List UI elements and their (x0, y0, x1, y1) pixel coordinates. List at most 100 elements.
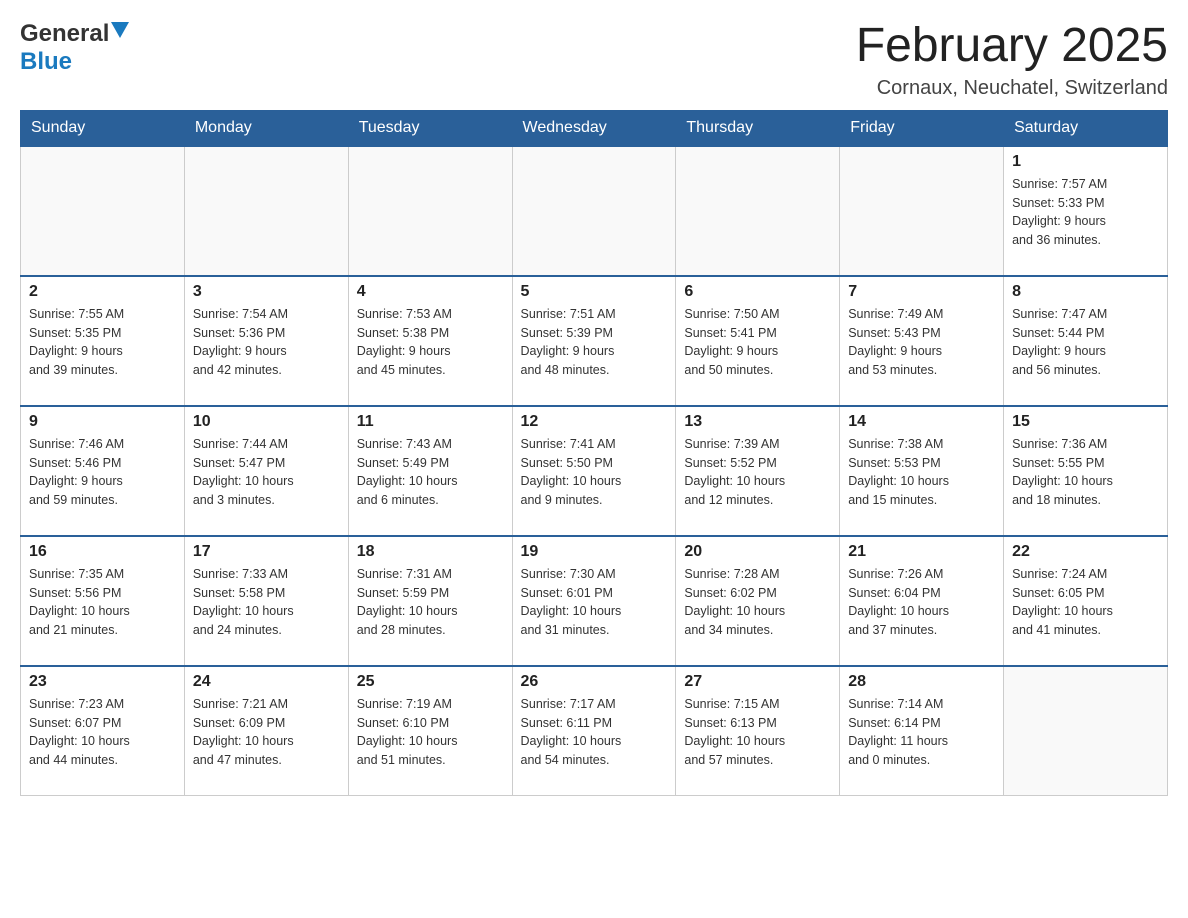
day-info: Sunrise: 7:53 AM Sunset: 5:38 PM Dayligh… (357, 305, 504, 380)
calendar-cell: 8 Sunrise: 7:47 AM Sunset: 5:44 PM Daylig… (1004, 276, 1168, 406)
calendar-cell: 4 Sunrise: 7:53 AM Sunset: 5:38 PM Daylig… (348, 276, 512, 406)
day-of-week-header-saturday: Saturday (1004, 110, 1168, 146)
day-info: Sunrise: 7:46 AM Sunset: 5:46 PM Dayligh… (29, 435, 176, 510)
day-number: 28 (848, 673, 995, 691)
calendar-cell: 15 Sunrise: 7:36 AM Sunset: 5:55 PM Dayli… (1004, 406, 1168, 536)
calendar-cell: 10 Sunrise: 7:44 AM Sunset: 5:47 PM Dayli… (184, 406, 348, 536)
day-of-week-header-sunday: Sunday (21, 110, 185, 146)
location-text: Cornaux, Neuchatel, Switzerland (856, 77, 1168, 100)
calendar-cell: 20 Sunrise: 7:28 AM Sunset: 6:02 PM Dayli… (676, 536, 840, 666)
calendar-cell: 2 Sunrise: 7:55 AM Sunset: 5:35 PM Daylig… (21, 276, 185, 406)
day-info: Sunrise: 7:49 AM Sunset: 5:43 PM Dayligh… (848, 305, 995, 380)
day-number: 10 (193, 413, 340, 431)
day-info: Sunrise: 7:14 AM Sunset: 6:14 PM Dayligh… (848, 695, 995, 770)
calendar-cell: 18 Sunrise: 7:31 AM Sunset: 5:59 PM Dayli… (348, 536, 512, 666)
calendar-cell: 23 Sunrise: 7:23 AM Sunset: 6:07 PM Dayli… (21, 666, 185, 796)
calendar-cell: 13 Sunrise: 7:39 AM Sunset: 5:52 PM Dayli… (676, 406, 840, 536)
calendar-cell: 3 Sunrise: 7:54 AM Sunset: 5:36 PM Daylig… (184, 276, 348, 406)
calendar-cell: 22Sunrise: 7:24 AM Sunset: 6:05 PM Dayli… (1004, 536, 1168, 666)
day-info: Sunrise: 7:41 AM Sunset: 5:50 PM Dayligh… (521, 435, 668, 510)
day-number: 3 (193, 283, 340, 301)
day-info: Sunrise: 7:55 AM Sunset: 5:35 PM Dayligh… (29, 305, 176, 380)
day-info: Sunrise: 7:47 AM Sunset: 5:44 PM Dayligh… (1012, 305, 1159, 380)
day-number: 15 (1012, 413, 1159, 431)
day-info: Sunrise: 7:33 AM Sunset: 5:58 PM Dayligh… (193, 565, 340, 640)
day-info: Sunrise: 7:30 AM Sunset: 6:01 PM Dayligh… (521, 565, 668, 640)
day-info: Sunrise: 7:36 AM Sunset: 5:55 PM Dayligh… (1012, 435, 1159, 510)
day-number: 24 (193, 673, 340, 691)
day-number: 1 (1012, 153, 1159, 171)
day-info: Sunrise: 7:39 AM Sunset: 5:52 PM Dayligh… (684, 435, 831, 510)
calendar-cell: 12 Sunrise: 7:41 AM Sunset: 5:50 PM Dayli… (512, 406, 676, 536)
calendar-cell: 14Sunrise: 7:38 AM Sunset: 5:53 PM Dayli… (840, 406, 1004, 536)
day-number: 11 (357, 413, 504, 431)
calendar-cell: 19 Sunrise: 7:30 AM Sunset: 6:01 PM Dayli… (512, 536, 676, 666)
week-row-4: 16 Sunrise: 7:35 AM Sunset: 5:56 PM Dayli… (21, 536, 1168, 666)
page-header: General Blue February 2025 Cornaux, Neuc… (20, 20, 1168, 100)
day-number: 19 (521, 543, 668, 561)
calendar-cell (840, 146, 1004, 276)
day-info: Sunrise: 7:31 AM Sunset: 5:59 PM Dayligh… (357, 565, 504, 640)
day-number: 27 (684, 673, 831, 691)
day-info: Sunrise: 7:19 AM Sunset: 6:10 PM Dayligh… (357, 695, 504, 770)
logo-general-text: General (20, 20, 109, 48)
day-info: Sunrise: 7:21 AM Sunset: 6:09 PM Dayligh… (193, 695, 340, 770)
day-info: Sunrise: 7:26 AM Sunset: 6:04 PM Dayligh… (848, 565, 995, 640)
day-number: 18 (357, 543, 504, 561)
day-info: Sunrise: 7:35 AM Sunset: 5:56 PM Dayligh… (29, 565, 176, 640)
calendar-cell: 26Sunrise: 7:17 AM Sunset: 6:11 PM Dayli… (512, 666, 676, 796)
week-row-3: 9Sunrise: 7:46 AM Sunset: 5:46 PM Daylig… (21, 406, 1168, 536)
week-row-2: 2 Sunrise: 7:55 AM Sunset: 5:35 PM Daylig… (21, 276, 1168, 406)
day-info: Sunrise: 7:54 AM Sunset: 5:36 PM Dayligh… (193, 305, 340, 380)
day-info: Sunrise: 7:23 AM Sunset: 6:07 PM Dayligh… (29, 695, 176, 770)
calendar-cell: 9Sunrise: 7:46 AM Sunset: 5:46 PM Daylig… (21, 406, 185, 536)
day-number: 20 (684, 543, 831, 561)
calendar-cell: 1 Sunrise: 7:57 AM Sunset: 5:33 PM Daylig… (1004, 146, 1168, 276)
calendar-cell: 16 Sunrise: 7:35 AM Sunset: 5:56 PM Dayli… (21, 536, 185, 666)
calendar-cell: 25Sunrise: 7:19 AM Sunset: 6:10 PM Dayli… (348, 666, 512, 796)
day-of-week-header-thursday: Thursday (676, 110, 840, 146)
calendar-cell: 21 Sunrise: 7:26 AM Sunset: 6:04 PM Dayli… (840, 536, 1004, 666)
logo-arrow-icon (111, 22, 129, 45)
calendar-cell (184, 146, 348, 276)
day-number: 4 (357, 283, 504, 301)
day-number: 21 (848, 543, 995, 561)
day-number: 2 (29, 283, 176, 301)
calendar-cell (21, 146, 185, 276)
day-info: Sunrise: 7:15 AM Sunset: 6:13 PM Dayligh… (684, 695, 831, 770)
calendar-cell (1004, 666, 1168, 796)
calendar-cell (348, 146, 512, 276)
day-number: 7 (848, 283, 995, 301)
day-number: 16 (29, 543, 176, 561)
day-of-week-header-monday: Monday (184, 110, 348, 146)
calendar-cell: 17Sunrise: 7:33 AM Sunset: 5:58 PM Dayli… (184, 536, 348, 666)
day-number: 26 (521, 673, 668, 691)
calendar-cell: 24 Sunrise: 7:21 AM Sunset: 6:09 PM Dayli… (184, 666, 348, 796)
calendar-cell: 28 Sunrise: 7:14 AM Sunset: 6:14 PM Dayli… (840, 666, 1004, 796)
week-row-5: 23 Sunrise: 7:23 AM Sunset: 6:07 PM Dayli… (21, 666, 1168, 796)
day-of-week-header-friday: Friday (840, 110, 1004, 146)
day-number: 8 (1012, 283, 1159, 301)
day-number: 5 (521, 283, 668, 301)
day-number: 23 (29, 673, 176, 691)
calendar-table: SundayMondayTuesdayWednesdayThursdayFrid… (20, 110, 1168, 797)
logo: General Blue (20, 20, 129, 76)
day-number: 14 (848, 413, 995, 431)
day-info: Sunrise: 7:44 AM Sunset: 5:47 PM Dayligh… (193, 435, 340, 510)
day-info: Sunrise: 7:57 AM Sunset: 5:33 PM Dayligh… (1012, 175, 1159, 250)
day-of-week-header-wednesday: Wednesday (512, 110, 676, 146)
day-number: 22 (1012, 543, 1159, 561)
calendar-cell: 27 Sunrise: 7:15 AM Sunset: 6:13 PM Dayli… (676, 666, 840, 796)
calendar-cell: 11Sunrise: 7:43 AM Sunset: 5:49 PM Dayli… (348, 406, 512, 536)
calendar-cell (676, 146, 840, 276)
logo-blue-text: Blue (20, 48, 72, 75)
calendar-cell: 6 Sunrise: 7:50 AM Sunset: 5:41 PM Daylig… (676, 276, 840, 406)
day-info: Sunrise: 7:28 AM Sunset: 6:02 PM Dayligh… (684, 565, 831, 640)
day-info: Sunrise: 7:51 AM Sunset: 5:39 PM Dayligh… (521, 305, 668, 380)
day-number: 6 (684, 283, 831, 301)
day-number: 12 (521, 413, 668, 431)
day-number: 13 (684, 413, 831, 431)
month-title: February 2025 (856, 20, 1168, 73)
day-info: Sunrise: 7:50 AM Sunset: 5:41 PM Dayligh… (684, 305, 831, 380)
calendar-cell (512, 146, 676, 276)
